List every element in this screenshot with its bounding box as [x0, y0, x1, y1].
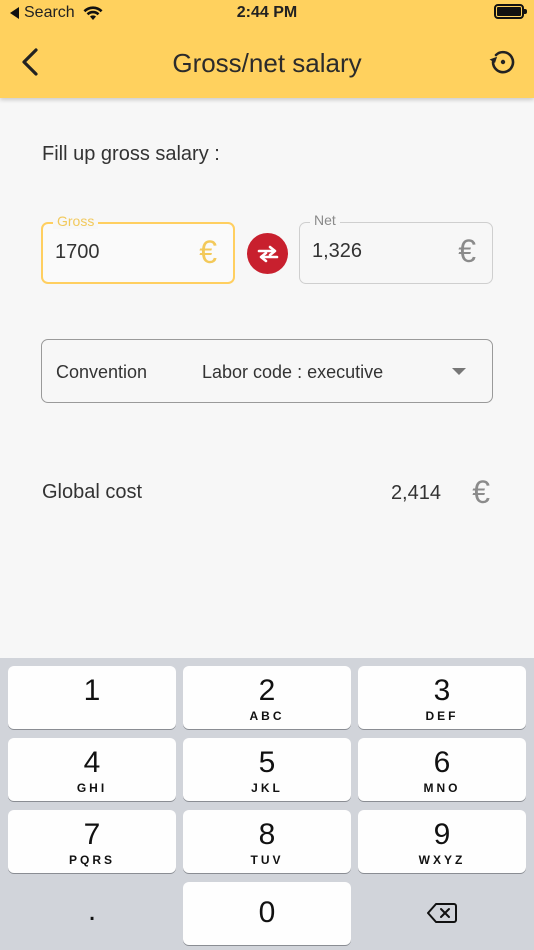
key-decimal[interactable]: .	[8, 882, 176, 945]
convention-value: Labor code : executive	[202, 362, 384, 382]
key-digit: 2	[258, 674, 276, 707]
gross-label: Gross	[53, 213, 99, 229]
battery-icon	[494, 4, 527, 19]
status-bar: Search 2:44 PM	[0, 0, 534, 28]
app-header: Search 2:44 PM Gross/net salary	[0, 0, 534, 98]
key-1[interactable]: 1	[8, 666, 176, 729]
euro-icon: €	[472, 474, 490, 510]
key-backspace[interactable]	[358, 882, 526, 945]
toolbar: Gross/net salary	[0, 28, 534, 98]
key-digit: 3	[433, 674, 451, 707]
key-5[interactable]: 5 JKL	[183, 738, 351, 801]
key-digit: 4	[83, 746, 101, 779]
key-letters: WXYZ	[418, 853, 466, 867]
key-7[interactable]: 7 PQRS	[8, 810, 176, 873]
key-digit: 9	[433, 818, 451, 851]
net-label: Net	[310, 212, 340, 228]
key-digit: 0	[258, 896, 276, 929]
swap-arrows-icon	[257, 245, 278, 262]
key-letters: TUV	[250, 853, 284, 867]
history-icon	[489, 50, 515, 74]
key-0[interactable]: 0	[183, 882, 351, 945]
gross-value[interactable]: 1700	[55, 241, 100, 264]
instruction-text: Fill up gross salary :	[42, 143, 220, 165]
backspace-icon	[427, 903, 457, 923]
key-digit: 7	[83, 818, 101, 851]
key-4[interactable]: 4 GHI	[8, 738, 176, 801]
page-title: Gross/net salary	[172, 48, 362, 78]
key-2[interactable]: 2 ABC	[183, 666, 351, 729]
global-cost-value: 2,414	[390, 482, 441, 504]
key-3[interactable]: 3 DEF	[358, 666, 526, 729]
key-digit: 1	[83, 674, 101, 707]
convention-select[interactable]: Convention Labor code : executive	[41, 339, 493, 403]
euro-icon: €	[199, 234, 217, 270]
key-6[interactable]: 6 MNO	[358, 738, 526, 801]
key-digit: 6	[433, 746, 451, 779]
swap-button[interactable]	[247, 233, 288, 274]
key-8[interactable]: 8 TUV	[183, 810, 351, 873]
euro-icon: €	[458, 233, 476, 269]
net-value[interactable]: 1,326	[312, 240, 362, 263]
key-digit: 5	[258, 746, 276, 779]
key-9[interactable]: 9 WXYZ	[358, 810, 526, 873]
global-cost-label: Global cost	[42, 481, 143, 503]
key-digit: 8	[258, 818, 276, 851]
key-letters: ABC	[249, 709, 285, 723]
history-button[interactable]	[484, 44, 520, 80]
status-time: 2:44 PM	[236, 4, 298, 21]
key-digit: .	[87, 894, 97, 927]
key-letters: GHI	[76, 781, 108, 795]
key-letters: JKL	[251, 781, 283, 795]
net-salary-field[interactable]: Net 1,326 €	[299, 212, 493, 284]
gross-salary-field[interactable]: Gross 1700 €	[41, 213, 235, 284]
key-letters: MNO	[423, 781, 461, 795]
caret-down-icon	[452, 368, 466, 375]
key-letters: DEF	[425, 709, 459, 723]
convention-label: Convention	[56, 362, 148, 382]
key-letters: PQRS	[68, 853, 115, 867]
numeric-keypad: 1 2 ABC 3 DEF 4 GHI 5 JKL 6 MNO 7 PQRS 8…	[0, 658, 534, 950]
